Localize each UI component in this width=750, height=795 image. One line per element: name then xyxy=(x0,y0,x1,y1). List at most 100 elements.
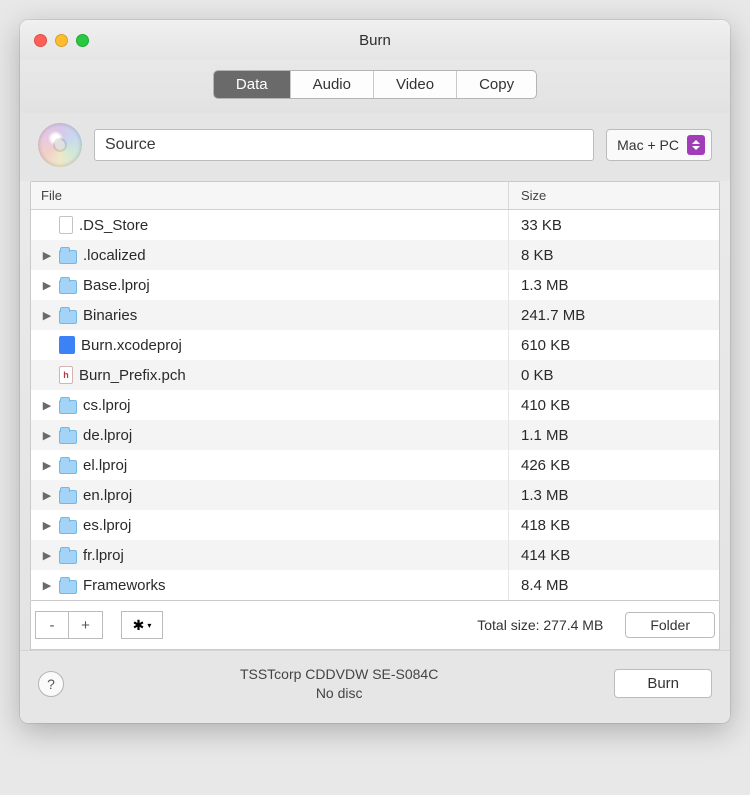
disclosure-triangle-icon[interactable]: ▶ xyxy=(41,429,53,442)
disc-name-input[interactable] xyxy=(94,129,594,161)
cell-file: ▶ de.lproj xyxy=(31,420,509,450)
disclosure-triangle-icon[interactable]: ▶ xyxy=(41,459,53,472)
table-row[interactable]: ▶Burn.xcodeproj610 KB xyxy=(31,330,719,360)
cell-file: ▶ .localized xyxy=(31,240,509,270)
blue-icon xyxy=(59,336,75,354)
folder-icon xyxy=(59,490,77,504)
disc-toolbar: Mac + PC xyxy=(20,113,730,181)
file-size: 418 KB xyxy=(509,517,719,534)
table-row[interactable]: ▶ el.lproj 426 KB xyxy=(31,450,719,480)
disclosure-triangle-icon[interactable]: ▶ xyxy=(41,489,53,502)
tab-video[interactable]: Video xyxy=(374,71,457,98)
file-size: 8.4 MB xyxy=(509,577,719,594)
table-row[interactable]: ▶fr.lproj414 KB xyxy=(31,540,719,570)
add-button[interactable]: + xyxy=(69,611,103,639)
table-row[interactable]: ▶Base.lproj1.3 MB xyxy=(31,270,719,300)
tab-audio[interactable]: Audio xyxy=(291,71,374,98)
folder-icon xyxy=(59,310,77,324)
disclosure-triangle-icon[interactable]: ▶ xyxy=(41,519,53,532)
table-row[interactable]: ▶Frameworks8.4 MB xyxy=(31,570,719,600)
disclosure-triangle-icon[interactable]: ▶ xyxy=(41,399,53,412)
file-name: cs.lproj xyxy=(83,397,131,414)
column-header-file[interactable]: File xyxy=(31,182,509,209)
file-name: .localized xyxy=(83,247,146,264)
cell-file: ▶.DS_Store xyxy=(31,210,509,240)
cell-file: ▶Frameworks xyxy=(31,570,509,600)
device-status: No disc xyxy=(78,684,600,703)
cell-file: ▶ Binaries xyxy=(31,300,509,330)
file-name: el.lproj xyxy=(83,457,127,474)
disclosure-triangle-icon[interactable]: ▶ xyxy=(41,549,53,562)
cell-file: ▶ cs.lproj xyxy=(31,390,509,420)
pch-icon: h xyxy=(59,366,73,384)
folder-icon xyxy=(59,280,77,294)
total-size-label: Total size: 277.4 MB xyxy=(477,617,603,633)
table-row[interactable]: ▶ .localized 8 KB xyxy=(31,240,719,270)
options-button[interactable]: ✱ ▾ xyxy=(121,611,163,639)
table-row[interactable]: ▶ Binaries 241.7 MB xyxy=(31,300,719,330)
folder-button[interactable]: Folder xyxy=(625,612,715,638)
burn-row: ? TSSTcorp CDDVDW SE-S084C No disc Burn xyxy=(20,650,730,723)
folder-icon xyxy=(59,580,77,594)
folder-icon xyxy=(59,430,77,444)
help-button[interactable]: ? xyxy=(38,671,64,697)
cell-file: ▶Burn.xcodeproj xyxy=(31,330,509,360)
file-name: de.lproj xyxy=(83,427,132,444)
table-row[interactable]: ▶ cs.lproj 410 KB xyxy=(31,390,719,420)
file-size: 8 KB xyxy=(509,247,719,264)
window-controls xyxy=(20,34,89,47)
mode-tabs: Data Audio Video Copy xyxy=(20,60,730,113)
tab-data[interactable]: Data xyxy=(214,71,291,98)
gear-icon: ✱ xyxy=(133,617,145,634)
minimize-icon[interactable] xyxy=(55,34,68,47)
remove-button[interactable]: - xyxy=(35,611,69,639)
segmented-control: Data Audio Video Copy xyxy=(213,70,537,99)
table-body: ▶.DS_Store33 KB▶.localized8 KB▶Base.lpro… xyxy=(31,210,719,600)
file-size: 426 KB xyxy=(509,457,719,474)
table-footer: - + ✱ ▾ Total size: 277.4 MB Folder xyxy=(30,601,720,650)
cell-file: ▶en.lproj xyxy=(31,480,509,510)
file-name: Burn.xcodeproj xyxy=(81,337,182,354)
folder-icon xyxy=(59,520,77,534)
cell-file: ▶fr.lproj xyxy=(31,540,509,570)
disclosure-triangle-icon[interactable]: ▶ xyxy=(41,309,53,322)
disc-icon xyxy=(38,123,82,167)
table-row[interactable]: ▶hBurn_Prefix.pch0 KB xyxy=(31,360,719,390)
disclosure-triangle-icon[interactable]: ▶ xyxy=(41,579,53,592)
file-size: 414 KB xyxy=(509,547,719,564)
cell-file: ▶ Base.lproj xyxy=(31,270,509,300)
file-name: Burn_Prefix.pch xyxy=(79,367,186,384)
folder-icon xyxy=(59,460,77,474)
file-size: 33 KB xyxy=(509,217,719,234)
file-name: .DS_Store xyxy=(79,217,148,234)
burn-button[interactable]: Burn xyxy=(614,669,712,698)
window-title: Burn xyxy=(20,32,730,49)
file-size: 410 KB xyxy=(509,397,719,414)
folder-icon xyxy=(59,400,77,414)
close-icon[interactable] xyxy=(34,34,47,47)
disclosure-triangle-icon[interactable]: ▶ xyxy=(41,279,53,292)
file-size: 241.7 MB xyxy=(509,307,719,324)
table-row[interactable]: ▶en.lproj1.3 MB xyxy=(31,480,719,510)
table-header: File Size xyxy=(31,182,719,210)
table-row[interactable]: ▶es.lproj418 KB xyxy=(31,510,719,540)
tab-copy[interactable]: Copy xyxy=(457,71,536,98)
device-name: TSSTcorp CDDVDW SE-S084C xyxy=(78,665,600,684)
app-window: Burn Data Audio Video Copy Mac + PC File… xyxy=(20,20,730,723)
folder-icon xyxy=(59,250,77,264)
column-header-size[interactable]: Size xyxy=(509,182,719,209)
table-row[interactable]: ▶ de.lproj 1.1 MB xyxy=(31,420,719,450)
file-name: Base.lproj xyxy=(83,277,150,294)
device-info: TSSTcorp CDDVDW SE-S084C No disc xyxy=(78,665,600,703)
cell-file: ▶es.lproj xyxy=(31,510,509,540)
zoom-icon[interactable] xyxy=(76,34,89,47)
file-size: 0 KB xyxy=(509,367,719,384)
doc-icon xyxy=(59,216,73,234)
format-select[interactable]: Mac + PC xyxy=(606,129,712,161)
file-size: 610 KB xyxy=(509,337,719,354)
disclosure-triangle-icon[interactable]: ▶ xyxy=(41,249,53,262)
file-name: Binaries xyxy=(83,307,137,324)
file-size: 1.3 MB xyxy=(509,487,719,504)
table-row[interactable]: ▶.DS_Store33 KB xyxy=(31,210,719,240)
file-size: 1.1 MB xyxy=(509,427,719,444)
